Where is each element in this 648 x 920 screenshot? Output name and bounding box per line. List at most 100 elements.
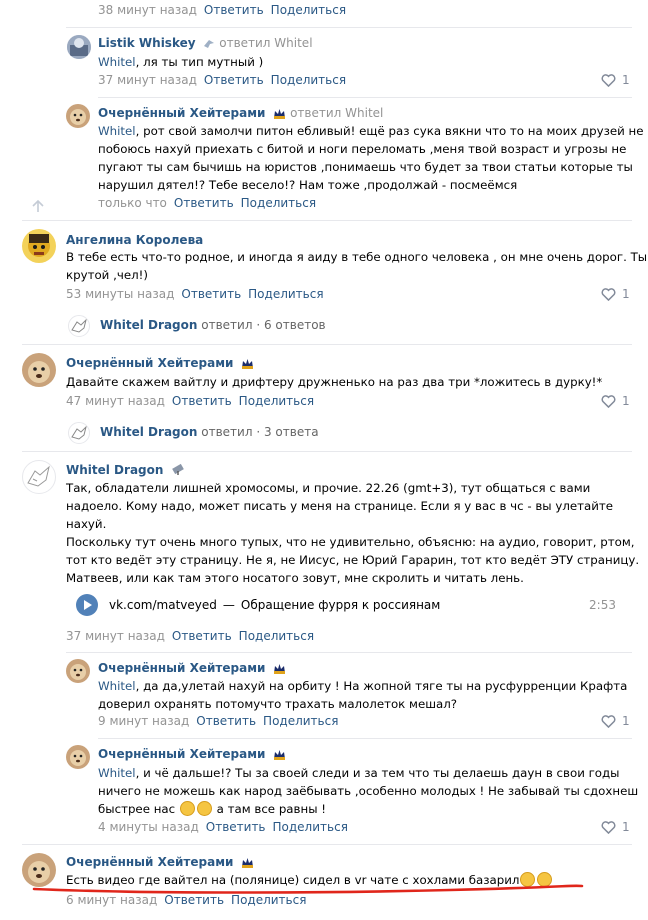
replies-count[interactable]: 6 ответов — [264, 318, 326, 332]
like-button[interactable]: 1 — [601, 73, 630, 87]
reply-link[interactable]: Ответить — [196, 714, 256, 728]
reply-link[interactable]: Ответить — [206, 820, 266, 834]
comment-meta: 9 минут назад Ответить Поделиться — [98, 714, 338, 728]
comment-line: тот кто ведёт эту страницу. Не я, не Иис… — [66, 553, 640, 567]
reply-link[interactable]: Ответить — [181, 287, 241, 301]
comment-text: Whitel, да да,улетай нахуй на орбиту ! Н… — [98, 677, 633, 713]
comment-text: Так, обладатели лишней хромосомы, и проч… — [66, 479, 640, 587]
comment-header: Очернённый Хейтерами — [98, 747, 286, 763]
comment-header: Очернённый Хейтерами — [66, 855, 254, 871]
comment-line: нарушил дятел!? Тебе весело!? Нам тоже ,… — [98, 178, 518, 192]
comment-time[interactable]: 6 минут назад — [66, 893, 157, 907]
comment-time[interactable]: 53 минуты назад — [66, 287, 174, 301]
author-name[interactable]: Listik Whiskey — [98, 36, 196, 50]
scroll-up-icon[interactable] — [31, 199, 45, 216]
comment-line: побоюсь нахуй приехать с битой и ноги пе… — [98, 142, 627, 156]
reply-link[interactable]: Ответить — [172, 394, 232, 408]
reply-link[interactable]: Ответить — [204, 3, 264, 17]
audio-title[interactable]: Обращение фурря к россиянам — [241, 598, 440, 612]
comment-meta: 4 минуты назад Ответить Поделиться — [98, 820, 348, 834]
comment-line: В тебе есть что-то родное, и иногда я аи… — [66, 250, 648, 264]
share-link[interactable]: Поделиться — [241, 196, 316, 210]
comment-line: надоело. Кому надо, может писать у меня … — [66, 499, 614, 513]
comment-meta: 6 минут назад Ответить Поделиться — [66, 893, 306, 907]
like-button[interactable]: 1 — [601, 287, 630, 301]
comment-text: Whitel, рот свой замолчи питон ебливый! … — [98, 122, 644, 194]
comment-time[interactable]: 4 минуты назад — [98, 820, 199, 834]
comment-time[interactable]: только что — [98, 196, 167, 210]
divider — [22, 844, 632, 845]
like-button[interactable]: 1 — [601, 714, 630, 728]
mention-link[interactable]: Whitel — [98, 679, 136, 693]
satellite-icon — [171, 463, 185, 479]
author-name[interactable]: Очернённый Хейтерами — [66, 356, 233, 370]
reply-link[interactable]: Ответить — [164, 893, 224, 907]
divider — [66, 27, 632, 28]
replies-thread[interactable]: Whitel Dragon ответил · 3 ответа — [100, 425, 319, 439]
author-name[interactable]: Очернённый Хейтерами — [98, 106, 265, 120]
comment-meta: только что Ответить Поделиться — [98, 196, 316, 210]
comment-text: Whitel, ля ты тип мутный ) — [98, 53, 263, 71]
divider — [22, 344, 632, 345]
emoji-icon — [273, 662, 286, 677]
comment-line: Так, обладатели лишней хромосомы, и проч… — [66, 481, 591, 495]
reply-link[interactable]: Ответить — [174, 196, 234, 210]
comment-line: ничего не можешь как народ заёбывать ,ос… — [98, 784, 639, 798]
author-name[interactable]: Ангелина Королева — [66, 233, 203, 247]
author-name[interactable]: Очернённый Хейтерами — [98, 661, 265, 675]
author-name[interactable]: Очернённый Хейтерами — [66, 855, 233, 869]
avatar[interactable] — [67, 35, 91, 59]
avatar[interactable] — [66, 659, 90, 683]
reply-link[interactable]: Ответить — [204, 73, 264, 87]
share-link[interactable]: Поделиться — [263, 714, 338, 728]
play-icon[interactable] — [76, 594, 98, 616]
author-name[interactable]: Whitel Dragon — [100, 318, 197, 332]
audio-attachment[interactable]: vk.com/matveyed — Обращение фурря к росс… — [66, 592, 632, 618]
avatar[interactable] — [22, 353, 56, 387]
comment-time[interactable]: 9 минут назад — [98, 714, 189, 728]
share-link[interactable]: Поделиться — [248, 287, 323, 301]
avatar[interactable] — [68, 422, 90, 444]
like-count: 1 — [622, 73, 630, 87]
comment-text: Whitel, и чё дальше!? Ты за своей следи … — [98, 764, 639, 818]
reply-link[interactable]: Ответить — [172, 629, 232, 643]
audio-dash: — — [222, 598, 235, 612]
like-button[interactable]: 1 — [601, 820, 630, 834]
avatar[interactable] — [66, 104, 90, 128]
share-link[interactable]: Поделиться — [239, 629, 314, 643]
comment-text: Давайте скажем вайтлу и дрифтеру дружнен… — [66, 375, 603, 389]
mention-link[interactable]: Whitel — [98, 766, 136, 780]
share-link[interactable]: Поделиться — [231, 893, 306, 907]
comment-meta: 37 минут назад Ответить Поделиться — [66, 629, 314, 643]
mention-link[interactable]: Whitel — [98, 124, 136, 138]
comment-meta: 37 минут назад Ответить Поделиться — [98, 73, 346, 87]
divider — [22, 451, 632, 452]
audio-duration: 2:53 — [589, 598, 616, 612]
comment-time[interactable]: 38 минут назад — [98, 3, 197, 17]
avatar[interactable] — [22, 229, 56, 263]
avatar[interactable] — [68, 315, 90, 337]
share-link[interactable]: Поделиться — [239, 394, 314, 408]
divider — [22, 220, 632, 221]
author-name[interactable]: Whitel Dragon — [100, 425, 197, 439]
heart-icon — [601, 287, 616, 301]
like-count: 1 — [622, 820, 630, 834]
share-link[interactable]: Поделиться — [271, 3, 346, 17]
share-link[interactable]: Поделиться — [271, 73, 346, 87]
avatar[interactable] — [66, 745, 90, 769]
like-button[interactable]: 1 — [601, 394, 630, 408]
author-name[interactable]: Очернённый Хейтерами — [98, 747, 265, 761]
audio-artist[interactable]: vk.com/matveyed — [109, 598, 217, 612]
comment-time[interactable]: 47 минут назад — [66, 394, 165, 408]
comment-header: Whitel Dragon — [66, 463, 185, 479]
replies-thread[interactable]: Whitel Dragon ответил · 6 ответов — [100, 318, 326, 332]
replies-count[interactable]: 3 ответа — [264, 425, 319, 439]
comment-time[interactable]: 37 минут назад — [66, 629, 165, 643]
avatar[interactable] — [22, 460, 56, 494]
divider — [98, 738, 632, 739]
author-name[interactable]: Whitel Dragon — [66, 463, 163, 477]
share-link[interactable]: Поделиться — [273, 820, 348, 834]
comment-line: доверил охранять потомучто трахать малол… — [98, 697, 458, 711]
comment-time[interactable]: 37 минут назад — [98, 73, 197, 87]
mention-link[interactable]: Whitel — [98, 55, 136, 69]
